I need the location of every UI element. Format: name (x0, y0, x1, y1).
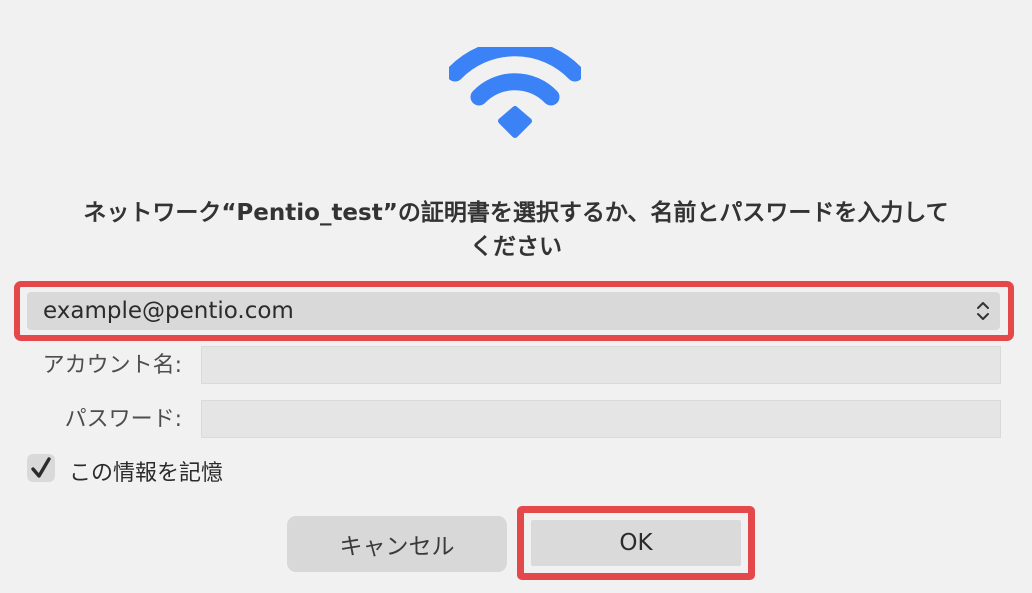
password-field[interactable] (201, 400, 1001, 438)
certificate-selected-value: example@pentio.com (43, 298, 294, 324)
account-name-field[interactable] (201, 346, 1001, 384)
account-name-label: アカウント名: (42, 353, 182, 378)
ok-button[interactable]: OK (531, 520, 741, 566)
password-label: パスワード: (64, 407, 182, 432)
checkmark-icon (31, 457, 51, 478)
certificate-select[interactable]: example@pentio.com (27, 292, 1000, 330)
remember-label: この情報を記憶 (69, 461, 224, 486)
wifi-icon (449, 47, 581, 138)
chevron-updown-icon (977, 302, 989, 320)
prompt-line-1: ネットワーク“Pentio_test”の証明書を選択するか、名前とパスワードを入… (83, 200, 949, 226)
remember-checkbox[interactable] (27, 454, 55, 482)
prompt-line-2: ください (470, 234, 562, 260)
dialog-prompt: ネットワーク“Pentio_test”の証明書を選択するか、名前とパスワードを入… (40, 196, 992, 264)
cancel-button[interactable]: キャンセル (287, 516, 507, 572)
